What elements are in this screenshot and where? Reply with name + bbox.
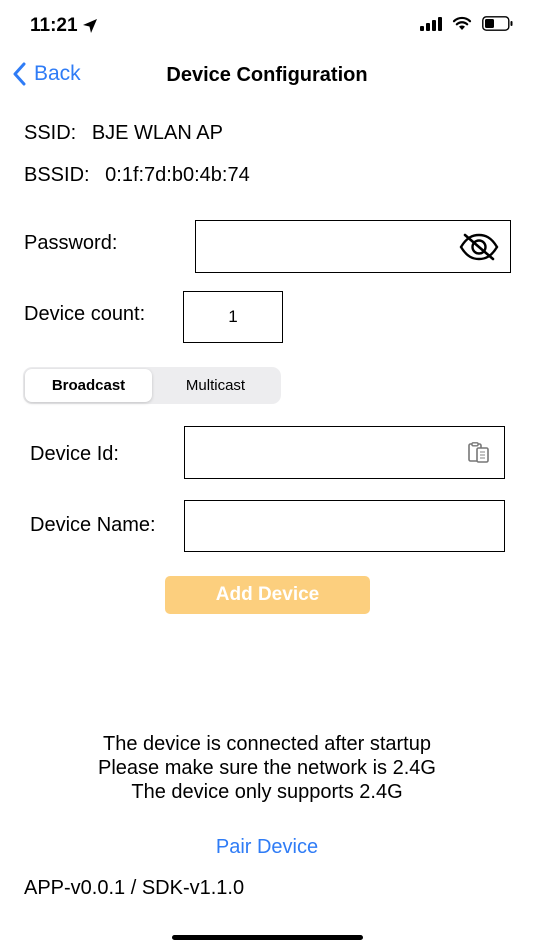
status-time-text: 11:21: [30, 15, 78, 36]
bssid-label: BSSID:: [24, 164, 90, 186]
device-name-label: Device Name:: [30, 514, 156, 536]
back-button[interactable]: Back: [12, 62, 81, 86]
ssid-value: BJE WLAN AP: [91, 122, 223, 144]
status-bar-icons: [420, 16, 514, 31]
password-field[interactable]: [195, 220, 511, 273]
status-bar-time: 11:21: [30, 15, 98, 37]
device-count-field[interactable]: 1: [183, 291, 283, 343]
chevron-left-icon: [13, 62, 26, 86]
notice-line-3: The device only supports 2.4G: [131, 781, 403, 803]
location-arrow-icon: [82, 19, 97, 33]
pair-device-row: Pair Device: [0, 836, 534, 859]
transmission-mode-segment: Broadcast Multicast: [23, 367, 281, 404]
bssid-row: BSSID: 0:1f:7d:b0:4b:74: [24, 164, 250, 187]
page-title-text: Device Configuration: [166, 64, 368, 86]
network-notice: The device is connected after startup Pl…: [0, 732, 534, 804]
segment-multicast[interactable]: Multicast: [152, 369, 279, 402]
version-info: APP-v0.0.1 / SDK-v1.1.0: [24, 877, 245, 899]
notice-line-2: Please make sure the network is 2.4G: [98, 757, 436, 779]
ssid-row: SSID: BJE WLAN AP: [24, 122, 223, 145]
ssid-label: SSID:: [24, 122, 77, 144]
device-id-field[interactable]: [184, 426, 505, 479]
pair-device-link[interactable]: Pair Device: [216, 836, 318, 858]
add-device-button[interactable]: Add Device: [165, 576, 370, 614]
battery-icon: [482, 16, 513, 31]
paste-icon[interactable]: [467, 442, 491, 464]
back-label: Back: [34, 62, 81, 85]
home-indicator[interactable]: [172, 935, 363, 940]
eye-slash-icon[interactable]: [459, 233, 499, 261]
segment-broadcast[interactable]: Broadcast: [25, 369, 152, 402]
notice-line-1: The device is connected after startup: [103, 733, 431, 755]
device-id-label: Device Id:: [30, 443, 119, 465]
bssid-value: 0:1f:7d:b0:4b:74: [105, 164, 250, 186]
device-count-value: 1: [228, 307, 238, 326]
wifi-icon: [452, 16, 472, 30]
device-name-field[interactable]: [184, 500, 505, 552]
password-label: Password:: [24, 232, 118, 254]
device-count-label: Device count:: [24, 303, 146, 325]
cellular-signal-icon: [420, 16, 442, 31]
